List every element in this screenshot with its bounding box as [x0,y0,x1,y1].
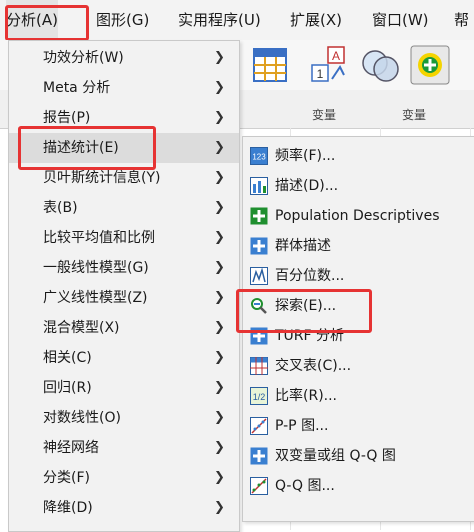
menu-item-regression[interactable]: 回归(R) ❯ [9,373,239,403]
submenu-arrow-icon: ❯ [214,500,225,515]
menu-item-dimension-reduction[interactable]: 降维(D) ❯ [9,493,239,523]
menu-help[interactable]: 帮 [454,0,469,40]
menu-item-loglinear[interactable]: 对数线性(O) ❯ [9,403,239,433]
column-header[interactable]: 变量 [312,106,336,123]
menu-item-meta-analysis[interactable]: Meta 分析 ❯ [9,73,239,103]
menu-item-compare-means[interactable]: 比较平均值和比例 ❯ [9,223,239,253]
menu-item-qq-plots[interactable]: Q-Q 图... [243,471,474,501]
submenu-arrow-icon: ❯ [214,170,225,185]
venn-icon[interactable] [360,45,400,85]
submenu-arrow-icon: ❯ [214,200,225,215]
menu-item-power-analysis[interactable]: 功效分析(W) ❯ [9,43,239,73]
submenu-arrow-icon: ❯ [214,260,225,275]
submenu-arrow-icon: ❯ [214,290,225,305]
submenu-arrow-icon: ❯ [214,140,225,155]
menu-item-general-linear-model[interactable]: 一般线性模型(G) ❯ [9,253,239,283]
menu-item-population-descriptives[interactable]: Population Descriptives [243,201,474,231]
add-extension-icon[interactable] [410,45,450,85]
svg-text:123: 123 [252,153,266,162]
menu-item-neural-networks[interactable]: 神经网络 ❯ [9,433,239,463]
submenu-arrow-icon: ❯ [214,230,225,245]
descriptives-icon [250,177,268,195]
column-header[interactable]: 变量 [402,106,426,123]
qq-plot-icon [250,477,268,495]
submenu-arrow-icon: ❯ [214,410,225,425]
menu-utilities[interactable]: 实用程序(U) [178,0,261,40]
value-labels-icon[interactable]: A 1 [310,45,350,85]
menu-item-descriptives[interactable]: 描述(D)... [243,171,474,201]
svg-text:1/2: 1/2 [253,392,266,402]
descriptive-statistics-highlight [18,126,156,170]
menu-item-group-descriptives[interactable]: 群体描述 [243,231,474,261]
menu-item-pp-plots[interactable]: P-P 图... [243,411,474,441]
explore-highlight [236,289,372,333]
submenu-arrow-icon: ❯ [214,80,225,95]
svg-text:A: A [332,49,340,63]
menu-item-classify[interactable]: 分类(F) ❯ [9,463,239,493]
menu-graphs[interactable]: 图形(G) [96,0,149,40]
menu-item-generalized-linear-models[interactable]: 广义线性模型(Z) ❯ [9,283,239,313]
menu-item-tables[interactable]: 表(B) ❯ [9,193,239,223]
menu-item-ratio[interactable]: 1/2 比率(R)... [243,381,474,411]
menu-extensions[interactable]: 扩展(X) [290,0,342,40]
submenu-arrow-icon: ❯ [214,50,225,65]
menu-window[interactable]: 窗口(W) [372,0,429,40]
plus-icon [250,237,268,255]
analyze-highlight [5,5,89,41]
plus-icon [250,207,268,225]
pp-plot-icon [250,417,268,435]
percentiles-icon [250,267,268,285]
menu-item-crosstabs[interactable]: 交叉表(C)... [243,351,474,381]
submenu-arrow-icon: ❯ [214,320,225,335]
frequencies-icon: 123 [250,147,268,165]
svg-text:1: 1 [317,67,324,81]
submenu-arrow-icon: ❯ [214,380,225,395]
submenu-arrow-icon: ❯ [214,440,225,455]
crosstabs-icon [250,357,268,375]
menu-item-frequencies[interactable]: 123 频率(F)... [243,141,474,171]
menu-item-mixed-models[interactable]: 混合模型(X) ❯ [9,313,239,343]
submenu-arrow-icon: ❯ [214,110,225,125]
menu-item-percentiles[interactable]: 百分位数... [243,261,474,291]
submenu-arrow-icon: ❯ [214,470,225,485]
ratio-icon: 1/2 [250,387,268,405]
menu-item-correlate[interactable]: 相关(C) ❯ [9,343,239,373]
menu-item-bivariate-qq-plots[interactable]: 双变量或组 Q-Q 图 [243,441,474,471]
submenu-arrow-icon: ❯ [214,350,225,365]
plus-icon [250,447,268,465]
data-grid-icon[interactable] [250,45,290,85]
analyze-menu: 功效分析(W) ❯ Meta 分析 ❯ 报告(P) ❯ 描述统计(E) ❯ 贝叶… [8,40,240,532]
